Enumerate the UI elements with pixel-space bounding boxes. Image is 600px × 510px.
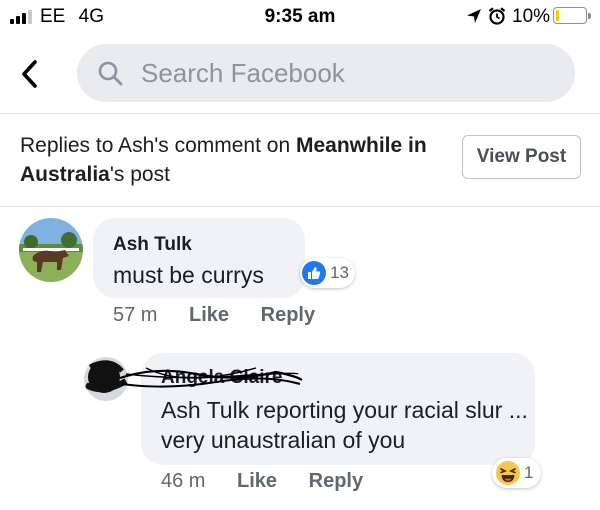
reply-button[interactable]: Reply <box>261 304 315 327</box>
search-icon <box>98 61 123 86</box>
name-redaction-scribble <box>119 367 303 388</box>
like-button[interactable]: Like <box>189 304 229 327</box>
comment-bubble[interactable]: Ash Tulk must be currys <box>93 218 305 298</box>
alarm-clock-icon <box>488 7 506 25</box>
status-bar: EE 4G 9:35 am 10% <box>0 0 600 36</box>
comment-timestamp: 46 m <box>161 470 206 492</box>
reaction-summary[interactable]: 13 <box>300 258 355 288</box>
like-button[interactable]: Like <box>237 470 277 493</box>
reaction-summary[interactable]: 1 <box>492 458 542 488</box>
comment-timestamp: 57 m <box>113 304 158 326</box>
clock: 9:35 am <box>264 6 336 27</box>
like-reaction-icon <box>302 261 326 285</box>
view-post-button[interactable]: View Post <box>462 135 581 179</box>
haha-reaction-icon <box>496 461 520 485</box>
context-prefix: Replies to Ash's comment on <box>20 134 296 157</box>
context-title: Replies to Ash's comment on Meanwhile in… <box>20 131 450 189</box>
comment-actions: 57 m Like Reply <box>113 304 341 327</box>
search-input[interactable]: Search Facebook <box>77 44 575 102</box>
avatar-photo <box>19 218 83 282</box>
comment-text: Ash Tulk reporting your racial slur ... … <box>161 397 528 453</box>
avatar[interactable] <box>19 218 83 282</box>
battery-fill <box>556 10 559 21</box>
battery-percent: 10% <box>512 6 551 27</box>
context-suffix: 's post <box>109 163 170 186</box>
back-chevron-icon[interactable] <box>18 58 42 90</box>
reaction-count: 1 <box>524 463 534 482</box>
comment-actions: 46 m Like Reply <box>161 470 389 493</box>
reply-button[interactable]: Reply <box>309 470 363 493</box>
replies-context-header: Replies to Ash's comment on Meanwhile in… <box>0 115 600 207</box>
battery-icon <box>553 7 591 24</box>
search-placeholder: Search Facebook <box>141 58 345 88</box>
comment-author[interactable]: Ash Tulk <box>113 234 192 256</box>
location-arrow-icon <box>467 9 481 23</box>
reaction-count: 13 <box>330 263 349 282</box>
search-header: Search Facebook <box>0 36 600 114</box>
comment-text: must be currys <box>113 262 264 288</box>
